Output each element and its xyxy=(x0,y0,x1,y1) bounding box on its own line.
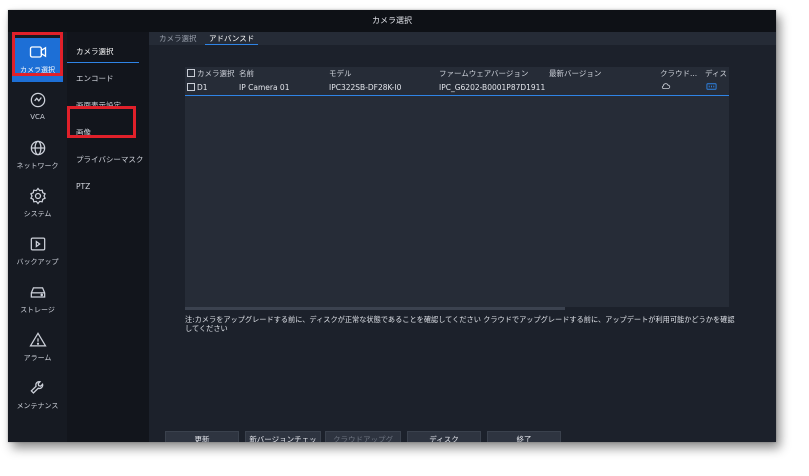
disk-button[interactable]: ディスク xyxy=(407,431,481,442)
cloud-upgrade-button[interactable]: クラウドアップグレ... xyxy=(325,431,401,442)
submenu-display-settings[interactable]: 画面表示設定 xyxy=(67,95,149,117)
submenu-camera-select[interactable]: カメラ選択 xyxy=(67,41,149,63)
vca-icon xyxy=(30,92,45,108)
cloud-icon[interactable] xyxy=(661,81,681,95)
main-panel: カメラ選択 アドバンスド カメラ選択 名前 モデル ファームウェアバージョン 最… xyxy=(149,32,776,442)
nav-backup-label: バックアップ xyxy=(16,258,59,266)
check-new-version-button[interactable]: 新バージョンチェック xyxy=(245,431,321,442)
submenu-encode[interactable]: エンコード xyxy=(67,68,149,90)
column-header-name: 名前 xyxy=(239,69,254,78)
submenu-image[interactable]: 画像 xyxy=(67,122,149,144)
row-latest xyxy=(549,81,657,95)
tab-advanced[interactable]: アドバンスド xyxy=(205,32,259,45)
row-firmware: IPC_G6202-B0001P87D1911 xyxy=(439,83,546,92)
submenu-privacy-mask[interactable]: プライバシーマスク xyxy=(67,149,149,171)
column-header-model: モデル xyxy=(329,69,352,78)
nav-system-label: システム xyxy=(23,210,52,218)
main-nav-rail: カメラ選択 VCA ネットワーク システム バックアップ ストレージ アラーム xyxy=(8,32,67,442)
select-all-checkbox[interactable] xyxy=(187,69,195,77)
globe-icon xyxy=(30,140,45,156)
backup-icon xyxy=(30,237,45,251)
window-title: カメラ選択 xyxy=(8,10,776,33)
row-name: IP Camera 01 xyxy=(239,83,290,92)
disk-icon[interactable] xyxy=(706,81,726,95)
camera-icon xyxy=(29,46,46,58)
nav-storage[interactable]: ストレージ xyxy=(12,278,63,322)
table-header: カメラ選択 名前 モデル ファームウェアバージョン 最新バージョン クラウド..… xyxy=(185,67,729,80)
column-header-firmware: ファームウェアバージョン xyxy=(439,69,529,78)
exit-button[interactable]: 終了 xyxy=(487,431,561,442)
tab-bar: カメラ選択 アドバンスド xyxy=(149,32,776,45)
camera-table: カメラ選択 名前 モデル ファームウェアバージョン 最新バージョン クラウド..… xyxy=(185,67,729,310)
app-window: カメラ選択 カメラ選択 VCA ネットワーク システム バックアップ ストレージ xyxy=(8,10,776,442)
nav-camera-label: カメラ選択 xyxy=(20,66,55,74)
nav-camera[interactable]: カメラ選択 xyxy=(12,38,63,82)
storage-icon xyxy=(30,287,45,298)
table-row[interactable]: D1 IP Camera 01 IPC322SB-DF28K-I0 IPC_G6… xyxy=(185,81,729,96)
nav-alarm[interactable]: アラーム xyxy=(12,326,63,370)
column-header-select[interactable]: カメラ選択 xyxy=(187,67,239,80)
nav-backup[interactable]: バックアップ xyxy=(12,230,63,274)
tab-camera-select[interactable]: カメラ選択 xyxy=(155,32,201,45)
column-header-cloud: クラウド... xyxy=(660,69,698,78)
refresh-button[interactable]: 更新 xyxy=(165,431,239,442)
nav-system[interactable]: システム xyxy=(12,182,63,226)
gear-icon xyxy=(29,187,46,205)
nav-maintenance-label: メンテナンス xyxy=(16,402,59,410)
row-checkbox[interactable] xyxy=(187,83,195,91)
row-select-cell[interactable]: D1 xyxy=(187,81,239,95)
submenu-ptz[interactable]: PTZ xyxy=(67,176,149,198)
nav-network-label: ネットワーク xyxy=(16,162,59,170)
nav-network[interactable]: ネットワーク xyxy=(12,134,63,178)
horizontal-scrollbar[interactable] xyxy=(185,307,565,310)
column-header-disk: ディス xyxy=(705,69,727,78)
nav-storage-label: ストレージ xyxy=(20,306,55,314)
nav-vca[interactable]: VCA xyxy=(12,86,63,130)
row-model: IPC322SB-DF28K-I0 xyxy=(329,83,402,92)
upgrade-note: 注:カメラをアップグレードする前に、ディスクが正常な状態であることを確認してくだ… xyxy=(185,315,735,333)
nav-vca-label: VCA xyxy=(30,113,45,121)
nav-maintenance[interactable]: メンテナンス xyxy=(12,374,63,418)
sub-menu: カメラ選択 エンコード 画面表示設定 画像 プライバシーマスク PTZ xyxy=(67,32,149,442)
alarm-icon xyxy=(28,332,47,347)
wrench-icon xyxy=(29,381,43,394)
nav-alarm-label: アラーム xyxy=(23,354,52,362)
column-header-latest: 最新バージョン xyxy=(549,69,602,78)
